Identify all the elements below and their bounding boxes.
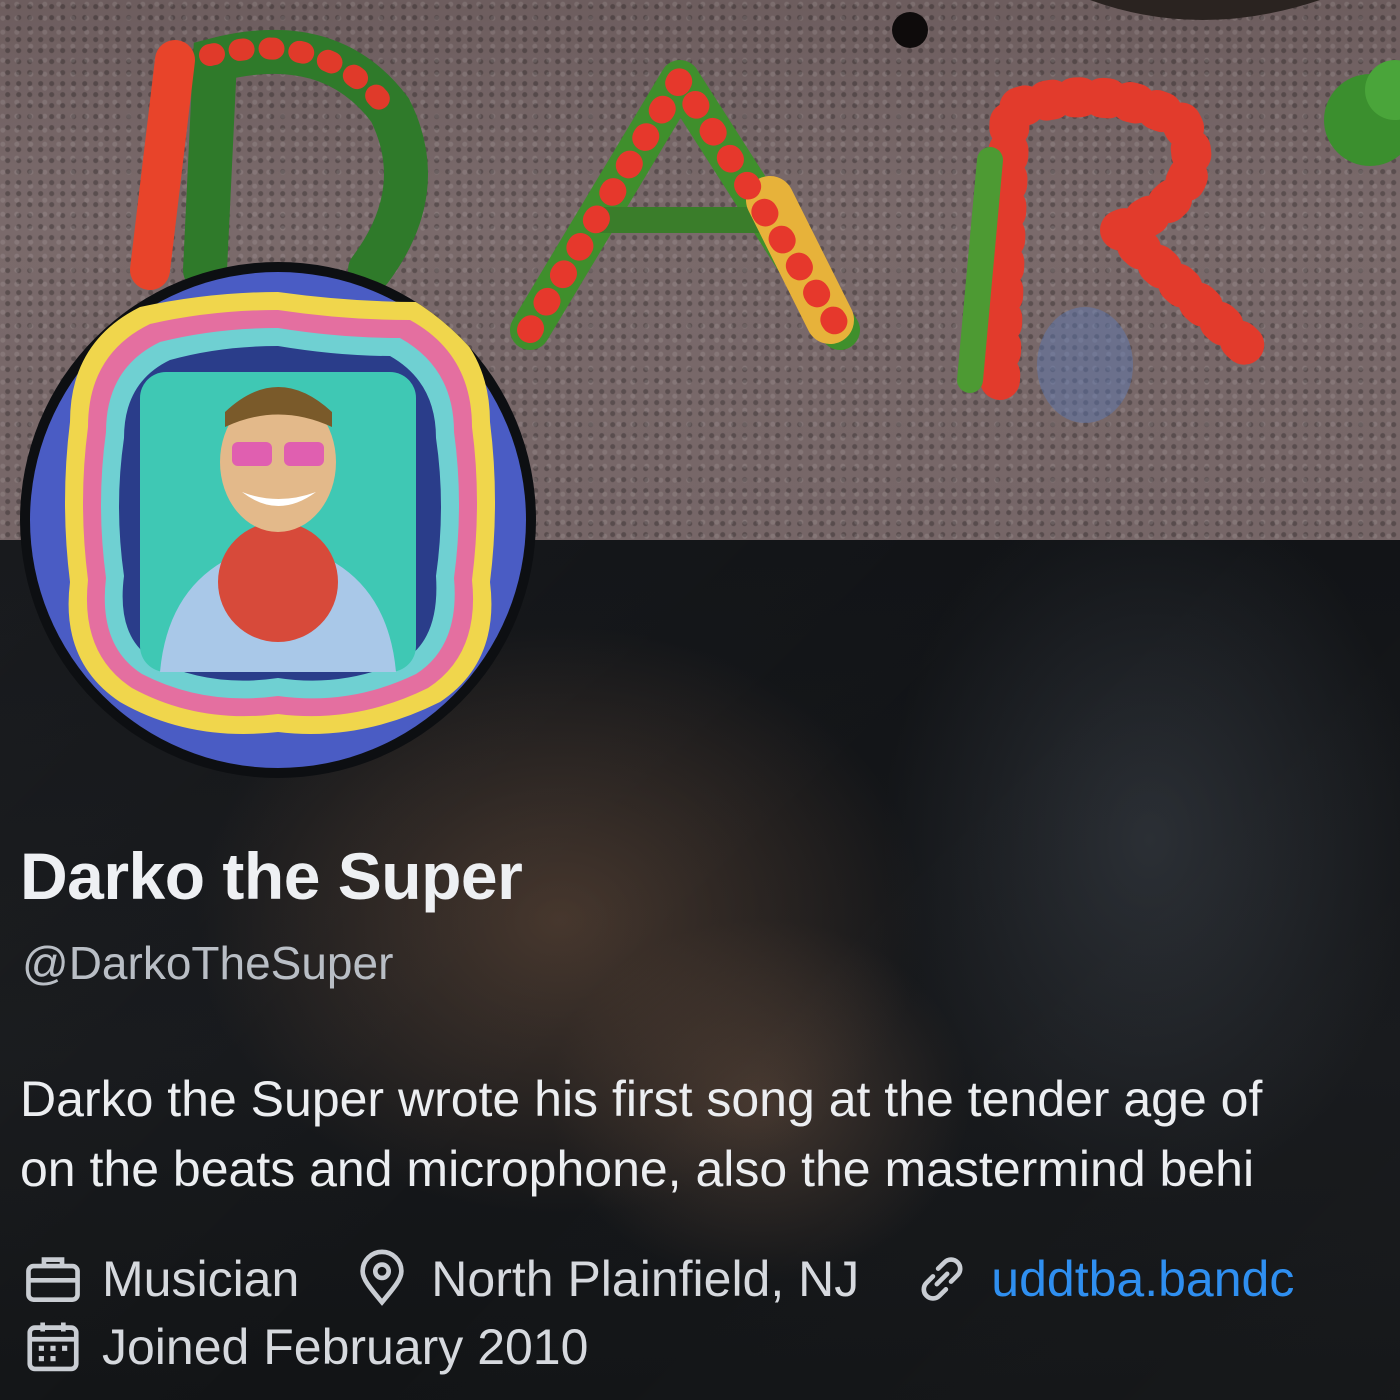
profile-handle: @DarkoTheSuper <box>22 937 394 989</box>
bio-line: Darko the Super wrote his first song at … <box>20 1071 1263 1127</box>
location-label: North Plainfield, NJ <box>431 1251 860 1307</box>
category-label: Musician <box>102 1251 300 1307</box>
joined-label: Joined February 2010 <box>102 1319 589 1375</box>
map-pin-icon <box>351 1248 413 1310</box>
profile-meta-row: Joined February 2010 <box>22 1316 640 1378</box>
profile-location: North Plainfield, NJ <box>351 1248 859 1310</box>
avatar-illustration <box>30 272 526 768</box>
briefcase-icon <box>22 1248 84 1310</box>
bio-line: on the beats and microphone, also the ma… <box>20 1141 1255 1197</box>
profile-bio: Darko the Super wrote his first song at … <box>20 1064 1400 1204</box>
profile-display-name: Darko the Super <box>20 839 523 913</box>
profile-category: Musician <box>22 1248 299 1310</box>
profile-joined: Joined February 2010 <box>22 1316 588 1378</box>
calendar-icon <box>22 1316 84 1378</box>
link-icon <box>911 1248 973 1310</box>
profile-meta-row: Musician North Plainfield, NJ uddtba.ban… <box>22 1248 1346 1310</box>
profile-avatar[interactable] <box>20 262 536 778</box>
website-link[interactable]: uddtba.bandc <box>991 1250 1294 1308</box>
profile-website[interactable]: uddtba.bandc <box>911 1248 1294 1310</box>
